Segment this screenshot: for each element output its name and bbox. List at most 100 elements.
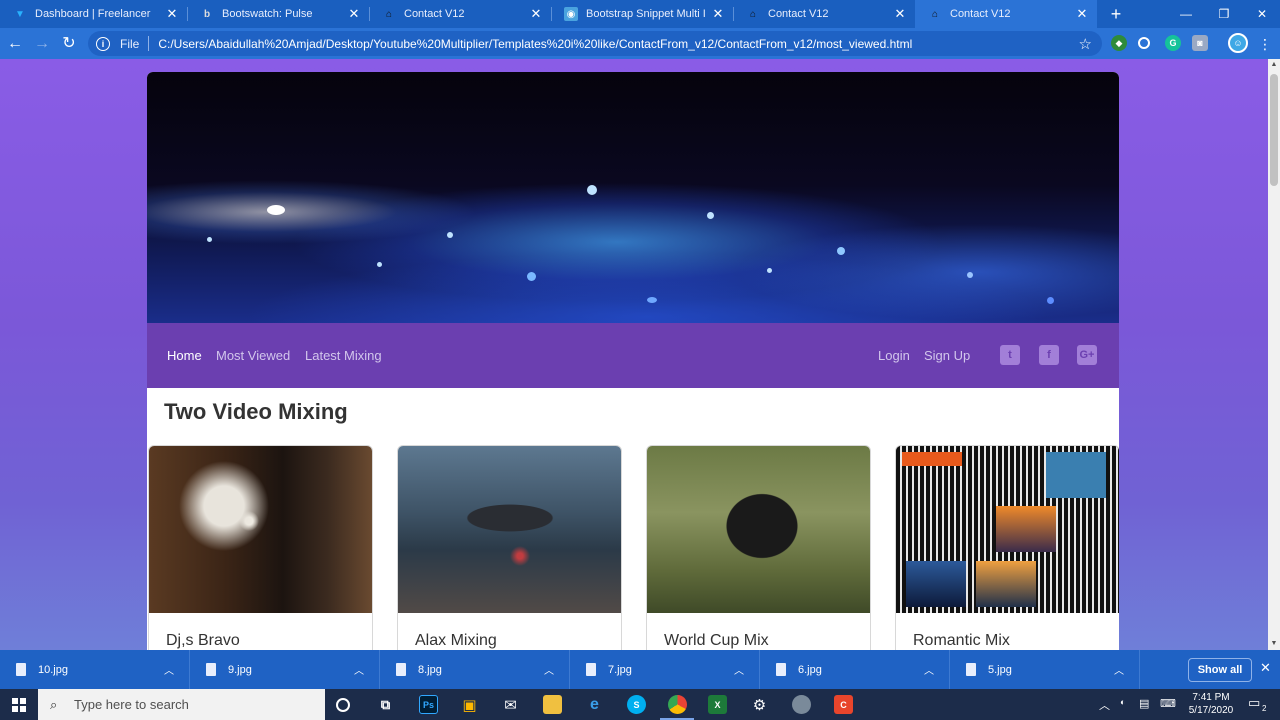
tray-icon[interactable]: ▤: [1139, 697, 1149, 710]
page-scrollbar[interactable]: ▲ ▼: [1268, 59, 1280, 650]
download-filename: 5.jpg: [988, 663, 1012, 676]
download-item[interactable]: 5.jpg ︿: [950, 650, 1140, 689]
menu-icon[interactable]: ⋮: [1255, 34, 1275, 54]
tray-icon[interactable]: ◐: [1120, 697, 1125, 707]
task-view-icon[interactable]: ⧉: [376, 695, 395, 714]
scroll-up-arrow[interactable]: ▲: [1268, 59, 1280, 71]
scrollbar-thumb[interactable]: [1270, 74, 1278, 186]
reload-button[interactable]: ↻: [59, 34, 79, 54]
nav-login[interactable]: Login: [878, 348, 910, 363]
taskbar-search[interactable]: ⌕ Type here to search: [38, 689, 325, 720]
windows-logo-icon: [12, 697, 26, 712]
sparkle: [837, 247, 845, 255]
close-icon[interactable]: ✕: [1075, 6, 1089, 21]
facebook-icon[interactable]: f: [1039, 345, 1059, 365]
camera-extension-icon[interactable]: ◙: [1192, 35, 1208, 51]
settings-gear-icon[interactable]: ⚙: [750, 695, 769, 714]
tab-contact-v12[interactable]: ⌂ Contact V12 ✕: [369, 0, 551, 28]
nav-latest-mixing[interactable]: Latest Mixing: [305, 348, 382, 363]
nav-home[interactable]: Home: [167, 348, 202, 363]
mail-icon[interactable]: ✉: [501, 695, 520, 714]
chevron-up-icon[interactable]: ︿: [1109, 662, 1129, 677]
download-item[interactable]: 10.jpg ︿: [0, 650, 190, 689]
site-navbar: Home Most Viewed Latest Mixing Login Sig…: [147, 323, 1119, 388]
home-icon: ⌂: [931, 8, 939, 20]
card-thumbnail-filmstrip-sunsets[interactable]: [896, 446, 1119, 613]
sparkle: [1047, 297, 1054, 304]
tab-dashboard-freelancer[interactable]: ▼ Dashboard | Freelancer ✕: [0, 0, 187, 28]
download-item[interactable]: 6.jpg ︿: [760, 650, 950, 689]
close-icon[interactable]: ✕: [893, 6, 907, 21]
chrome-icon[interactable]: [668, 695, 687, 714]
profile-avatar[interactable]: ☺: [1228, 33, 1248, 53]
forward-button[interactable]: →: [32, 34, 52, 54]
notifications-icon[interactable]: ▭: [1248, 695, 1260, 711]
card-thumbnail-video-camera[interactable]: [647, 446, 870, 613]
excel-icon[interactable]: X: [708, 695, 727, 714]
edge-icon[interactable]: e: [585, 695, 604, 714]
sparkle: [527, 272, 536, 281]
show-all-button[interactable]: Show all: [1188, 658, 1252, 682]
file-explorer-icon[interactable]: [543, 695, 562, 714]
tab-bootswatch-pulse[interactable]: b Bootswatch: Pulse ✕: [187, 0, 369, 28]
info-icon[interactable]: i: [96, 36, 110, 51]
start-button[interactable]: [0, 689, 38, 720]
video-card[interactable]: Dj,s Bravo: [148, 445, 373, 650]
card-title: Dj,s Bravo: [166, 632, 240, 649]
card-thumbnail-gamepad[interactable]: [398, 446, 621, 613]
sparkle: [267, 205, 285, 215]
download-item[interactable]: 8.jpg ︿: [380, 650, 570, 689]
chevron-up-icon[interactable]: ︿: [349, 662, 369, 677]
chevron-up-icon[interactable]: ︿: [1099, 697, 1110, 713]
skype-icon[interactable]: S: [627, 695, 646, 714]
close-icon[interactable]: ✕: [529, 6, 543, 21]
tab-contact-v12-active[interactable]: ⌂ Contact V12 ✕: [915, 0, 1097, 28]
chevron-up-icon[interactable]: ︿: [919, 662, 939, 677]
scroll-down-arrow[interactable]: ▼: [1268, 638, 1280, 650]
tab-bootstrap-snippet[interactable]: ◉ Bootstrap Snippet Multi Item ✕: [551, 0, 733, 28]
download-item[interactable]: 7.jpg ︿: [570, 650, 760, 689]
chevron-up-icon[interactable]: ︿: [729, 662, 749, 677]
sparkle: [967, 272, 973, 278]
cortana-icon[interactable]: [336, 698, 350, 712]
bookmark-star-icon[interactable]: ☆: [1079, 35, 1092, 53]
app-icon[interactable]: [792, 695, 811, 714]
maximize-button[interactable]: ❐: [1204, 0, 1244, 28]
card-title: Romantic Mix: [913, 632, 1010, 649]
keyboard-icon[interactable]: ⌨: [1160, 697, 1176, 710]
nav-most-viewed[interactable]: Most Viewed: [216, 348, 290, 363]
tab-label: Dashboard | Freelancer: [35, 8, 151, 20]
close-icon[interactable]: ✕: [165, 6, 179, 21]
chevron-up-icon[interactable]: ︿: [539, 662, 559, 677]
close-icon[interactable]: ✕: [711, 6, 725, 21]
app-icon[interactable]: C: [834, 695, 853, 714]
download-item[interactable]: 9.jpg ︿: [190, 650, 380, 689]
store-icon[interactable]: ▣: [460, 695, 479, 714]
video-card[interactable]: World Cup Mix: [646, 445, 871, 650]
video-card[interactable]: Romantic Mix: [895, 445, 1119, 650]
url-text[interactable]: C:/Users/Abaidullah%20Amjad/Desktop/Yout…: [158, 37, 1078, 51]
notification-count: 2: [1262, 704, 1267, 713]
card-thumbnail-dj-camera[interactable]: [149, 446, 372, 613]
close-icon[interactable]: ✕: [1260, 660, 1271, 676]
chevron-up-icon[interactable]: ︿: [159, 662, 179, 677]
grammarly-icon[interactable]: G: [1165, 35, 1181, 51]
photoshop-icon[interactable]: Ps: [419, 695, 438, 714]
back-button[interactable]: ←: [5, 34, 25, 54]
download-filename: 8.jpg: [418, 663, 442, 676]
video-card[interactable]: Alax Mixing: [397, 445, 622, 650]
sparkle: [707, 212, 714, 219]
taskbar-clock[interactable]: 7:41 PM 5/17/2020: [1182, 691, 1240, 717]
minimize-button[interactable]: —: [1166, 0, 1206, 28]
close-icon[interactable]: ✕: [347, 6, 361, 21]
google-plus-icon[interactable]: G+: [1077, 345, 1097, 365]
download-filename: 6.jpg: [798, 663, 822, 676]
tab-contact-v12[interactable]: ⌂ Contact V12 ✕: [733, 0, 915, 28]
new-tab-button[interactable]: +: [1106, 4, 1126, 24]
extension-icon[interactable]: ◆: [1111, 35, 1127, 51]
window-close-button[interactable]: ✕: [1242, 0, 1280, 28]
extension-icon[interactable]: [1138, 37, 1150, 49]
address-bar[interactable]: i File C:/Users/Abaidullah%20Amjad/Deskt…: [88, 31, 1102, 56]
nav-sign-up[interactable]: Sign Up: [924, 348, 970, 363]
twitter-icon[interactable]: t: [1000, 345, 1020, 365]
